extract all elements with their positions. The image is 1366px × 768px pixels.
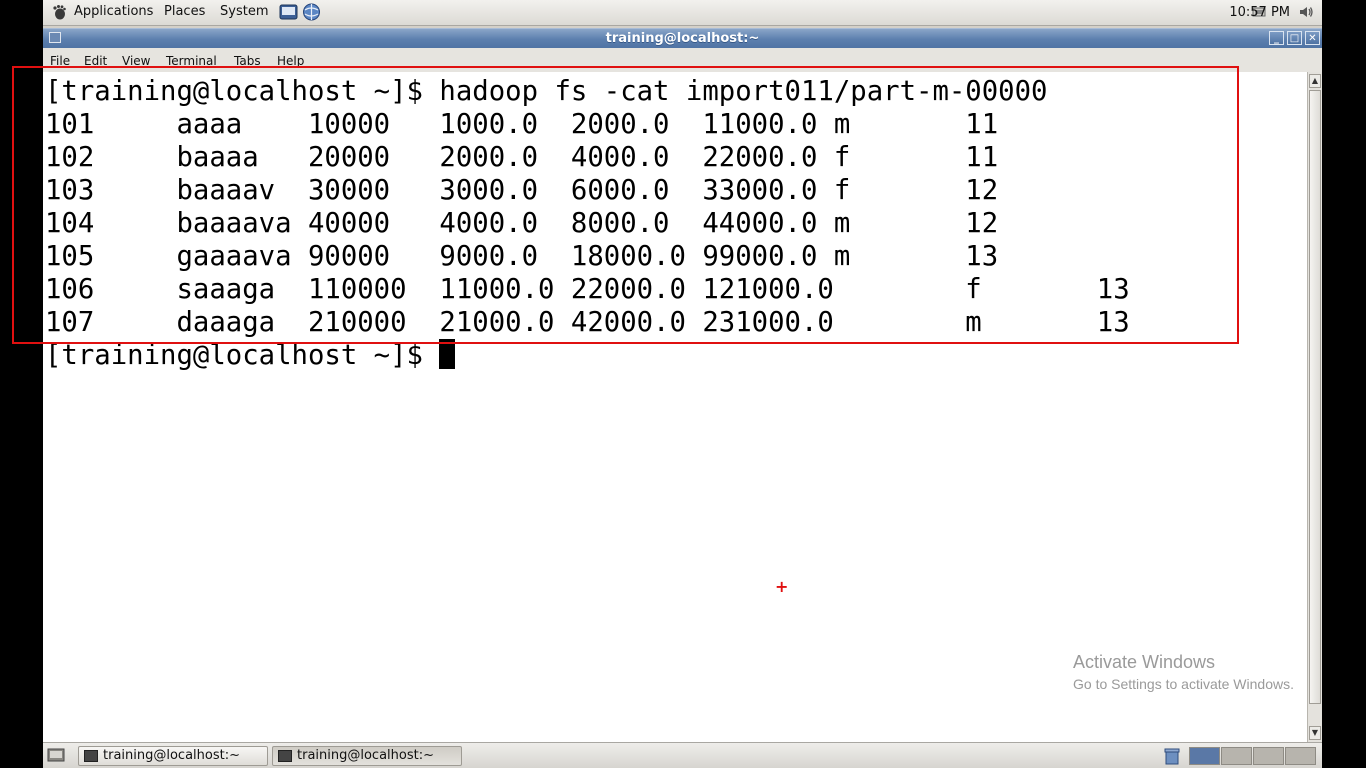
activate-subtitle: Go to Settings to activate Windows. [1073, 676, 1294, 692]
show-desktop-icon[interactable] [47, 748, 65, 764]
taskbar-item-label: training@localhost:~ [103, 748, 240, 763]
workspace-4[interactable] [1285, 747, 1316, 765]
scroll-down-arrow-icon[interactable]: ▼ [1309, 726, 1321, 740]
close-button[interactable]: ✕ [1305, 31, 1320, 45]
highlight-box [12, 66, 1239, 344]
taskbar-item[interactable]: training@localhost:~ [78, 746, 268, 766]
terminal-scrollbar[interactable]: ▲ ▼ [1307, 72, 1322, 742]
maximize-button[interactable]: □ [1287, 31, 1302, 45]
terminal-icon [84, 750, 98, 762]
minimize-button[interactable]: _ [1269, 31, 1284, 45]
taskbar-item-label: training@localhost:~ [297, 748, 434, 763]
taskbar-item-active[interactable]: training@localhost:~ [272, 746, 462, 766]
window-title: training@localhost:~ [605, 31, 760, 46]
gnome-foot-icon[interactable] [51, 4, 67, 20]
crosshair-icon: + [775, 577, 789, 596]
system-menu[interactable]: System [220, 4, 268, 19]
scroll-thumb[interactable] [1309, 90, 1321, 704]
scroll-up-arrow-icon[interactable]: ▲ [1309, 74, 1321, 88]
top-panel: Applications Places System 10:57 PM [43, 0, 1322, 26]
workspace-2[interactable] [1221, 747, 1252, 765]
activate-windows-watermark: Activate Windows Go to Settings to activ… [1073, 652, 1294, 692]
applications-menu[interactable]: Applications [74, 4, 153, 19]
places-menu[interactable]: Places [164, 4, 205, 19]
clock[interactable]: 10:57 PM [1229, 5, 1290, 20]
workspace-3[interactable] [1253, 747, 1284, 765]
trash-icon[interactable] [1163, 747, 1181, 765]
bottom-panel: training@localhost:~ training@localhost:… [43, 742, 1322, 768]
activate-title: Activate Windows [1073, 652, 1216, 672]
prompt-text: [training@localhost ~]$ [45, 340, 440, 371]
workspace-1[interactable] [1189, 747, 1220, 765]
terminal-launcher-icon[interactable] [279, 3, 298, 21]
volume-icon[interactable] [1298, 4, 1314, 20]
terminal-icon [278, 750, 292, 762]
window-titlebar[interactable]: training@localhost:~ _ □ ✕ [43, 28, 1322, 48]
web-browser-icon[interactable] [302, 3, 321, 21]
